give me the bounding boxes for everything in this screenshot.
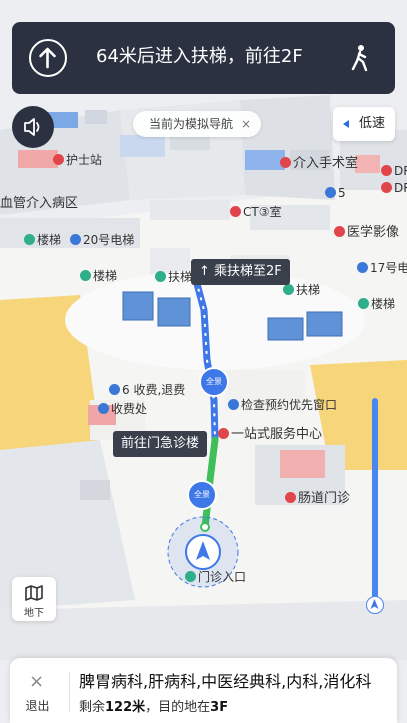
remaining-info: 剩余122米，目的地在3F [79, 700, 229, 715]
poi-stairs-left[interactable]: 楼梯 [24, 233, 61, 247]
walking-person-icon [351, 45, 368, 72]
close-simulation-icon[interactable]: × [241, 117, 251, 131]
dr-icon [381, 165, 392, 176]
up-arrow-icon: ↑ [199, 264, 215, 279]
clinic-icon [285, 492, 296, 503]
dr-icon [381, 182, 392, 193]
instruction-text: 64米后进入扶梯，前往2F [96, 46, 303, 67]
poi-elevator-20[interactable]: 20号电梯 [70, 233, 134, 247]
play-triangle-icon [343, 120, 349, 128]
exit-button[interactable]: × 退出 [10, 658, 65, 723]
destination-name: 脾胃病科,肝病科,中医经典科,内科,消化科 [79, 672, 372, 691]
elevator-icon [70, 234, 81, 245]
surgery-icon [280, 157, 291, 168]
stairs-icon [80, 270, 91, 281]
poi-dr-2[interactable]: DR [381, 181, 407, 195]
poi-elevator-17[interactable]: 17号电 [357, 261, 407, 275]
divider [69, 672, 70, 712]
panorama-marker-1[interactable]: 全景 [199, 367, 229, 397]
escalator-callout: ↑ 乘扶梯至2F [191, 259, 290, 285]
entrance-icon [185, 571, 196, 582]
poi-check-appointment[interactable]: 检查预约优先窗口 [228, 398, 337, 412]
voice-toggle-button[interactable] [12, 106, 54, 148]
poi-payment-office[interactable]: 收费处 [98, 402, 147, 416]
escalator-icon [155, 271, 166, 282]
close-icon: × [29, 671, 45, 692]
progress-locator-icon[interactable] [366, 596, 384, 614]
imaging-icon [334, 226, 345, 237]
speaker-icon [24, 118, 40, 136]
poi-nurse-station[interactable]: 护士站 [53, 153, 102, 167]
payment-icon [98, 403, 109, 414]
simulation-mode-pill: 当前为模拟导航 × [133, 111, 262, 137]
navigation-instruction-bar: 64米后进入扶梯，前往2F [12, 22, 395, 94]
poi-gi-clinic[interactable]: 肠道门诊 [285, 492, 350, 506]
appointment-icon [228, 399, 239, 410]
route-progress-track [372, 398, 378, 606]
panorama-marker-2[interactable]: 全景 [187, 480, 217, 510]
poi-escalator-right[interactable]: 扶梯 [283, 283, 320, 297]
poi-dr-1[interactable]: DR [381, 164, 407, 178]
poi-outpatient-entrance[interactable]: 门诊入口 [185, 570, 246, 584]
map-icon [25, 585, 43, 601]
poi-escalator-left[interactable]: 扶梯 [155, 270, 192, 284]
elevator-icon [325, 187, 336, 198]
poi-medical-imaging[interactable]: 医学影像 [334, 226, 399, 240]
escalator-icon [283, 284, 294, 295]
payment-icon [109, 384, 120, 395]
service-icon [218, 428, 229, 439]
poi-elevator-5[interactable]: 5 [325, 186, 346, 200]
poi-one-stop-service[interactable]: 一站式服务中心 [218, 428, 322, 442]
stairs-icon [358, 298, 369, 309]
poi-payment-6[interactable]: 6 收费,退费 [109, 383, 185, 397]
speed-button[interactable]: 低速 [333, 107, 395, 141]
poi-stairs-right[interactable]: 楼梯 [358, 297, 395, 311]
straight-arrow-icon [29, 39, 67, 77]
poi-stairs-mid[interactable]: 楼梯 [80, 269, 117, 283]
poi-interventional-ward[interactable]: 血管介入病区 [0, 197, 78, 211]
stairs-icon [24, 234, 35, 245]
ct-icon [230, 206, 241, 217]
elevator-icon [357, 262, 368, 273]
destination-card: × 退出 脾胃病科,肝病科,中医经典科,内科,消化科 剩余122米，目的地在3F [10, 658, 397, 723]
route-callout: 前往门急诊楼 [113, 431, 208, 457]
poi-interventional-or[interactable]: 介入手术室 [280, 157, 358, 171]
nurse-icon [53, 154, 64, 165]
floor-switch-button[interactable]: 地下 [12, 577, 56, 621]
poi-ct-room[interactable]: CT③室 [230, 205, 281, 219]
route-progress-fill [372, 398, 378, 606]
